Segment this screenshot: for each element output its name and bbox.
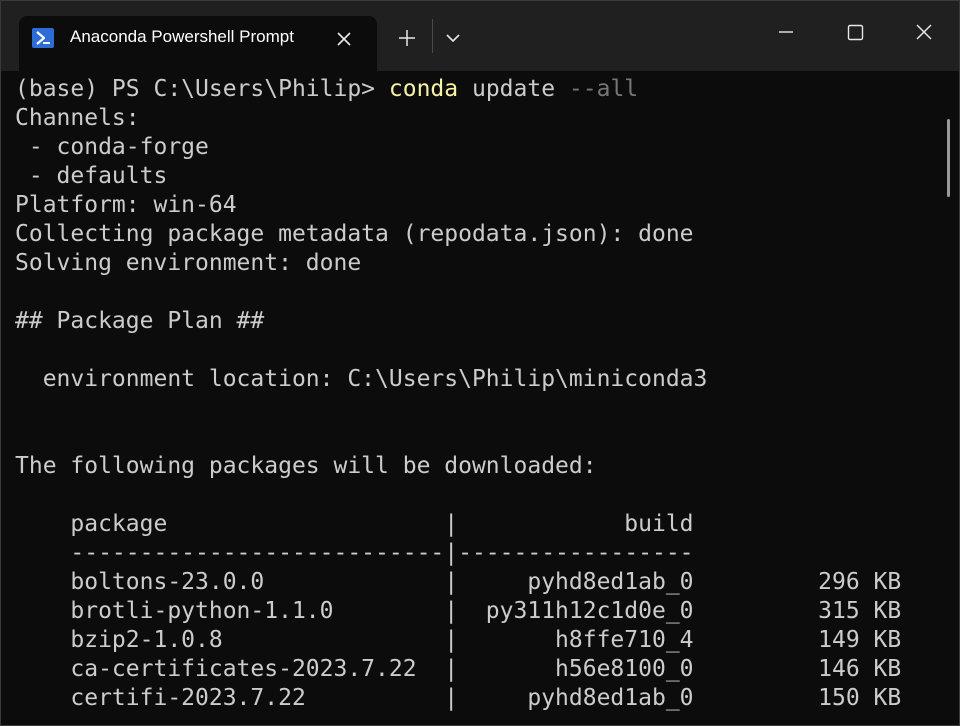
terminal-window: Anaconda Powershell Prompt (base) PS C:\… (0, 0, 960, 726)
output-line: bzip2-1.0.8 | h8ffe710_4 149 KB (15, 627, 902, 653)
output-line: - defaults (15, 163, 168, 189)
output-line: certifi-2023.7.22 | pyhd8ed1ab_0 150 KB (15, 685, 902, 711)
output-line: ca-certificates-2023.7.22 | h56e8100_0 1… (15, 656, 902, 682)
output-line: package | build (15, 511, 694, 537)
command-name: conda (388, 76, 459, 102)
close-icon[interactable] (901, 11, 947, 53)
output-line: - conda-forge (15, 134, 209, 160)
output-line: Platform: win-64 (15, 192, 237, 218)
tab-anaconda-powershell-prompt[interactable]: Anaconda Powershell Prompt (19, 16, 377, 71)
output-line: boltons-23.0.0 | pyhd8ed1ab_0 296 KB (15, 569, 902, 595)
tab-title: Anaconda Powershell Prompt (70, 27, 294, 46)
output-line: The following packages will be downloade… (15, 453, 597, 479)
output-line: ## Package Plan ## (15, 308, 265, 334)
output-line: Collecting package metadata (repodata.js… (15, 221, 694, 247)
command-args: update (458, 76, 569, 102)
maximize-icon[interactable] (832, 11, 878, 53)
chevron-down-icon[interactable] (441, 25, 465, 51)
title-bar: Anaconda Powershell Prompt (1, 1, 959, 71)
output-line: environment location: C:\Users\Philip\mi… (15, 366, 708, 392)
command-flag: --all (568, 76, 639, 102)
powershell-icon (32, 28, 54, 48)
output-line: ---------------------------|------------… (15, 540, 694, 566)
terminal-output[interactable]: (base) PS C:\Users\Philip> conda update … (1, 71, 945, 725)
output-line: brotli-python-1.1.0 | py311h12c1d0e_0 31… (15, 598, 902, 624)
output-line: Solving environment: done (15, 250, 362, 276)
tab-divider (432, 19, 433, 53)
prompt: (base) PS C:\Users\Philip> (15, 76, 389, 102)
close-icon[interactable] (333, 28, 355, 50)
command-line: (base) PS C:\Users\Philip> conda update … (15, 75, 638, 104)
scrollbar-thumb[interactable] (947, 119, 950, 197)
output-line: Channels: (15, 105, 140, 131)
minimize-icon[interactable] (763, 11, 809, 53)
plus-icon[interactable] (393, 25, 421, 51)
